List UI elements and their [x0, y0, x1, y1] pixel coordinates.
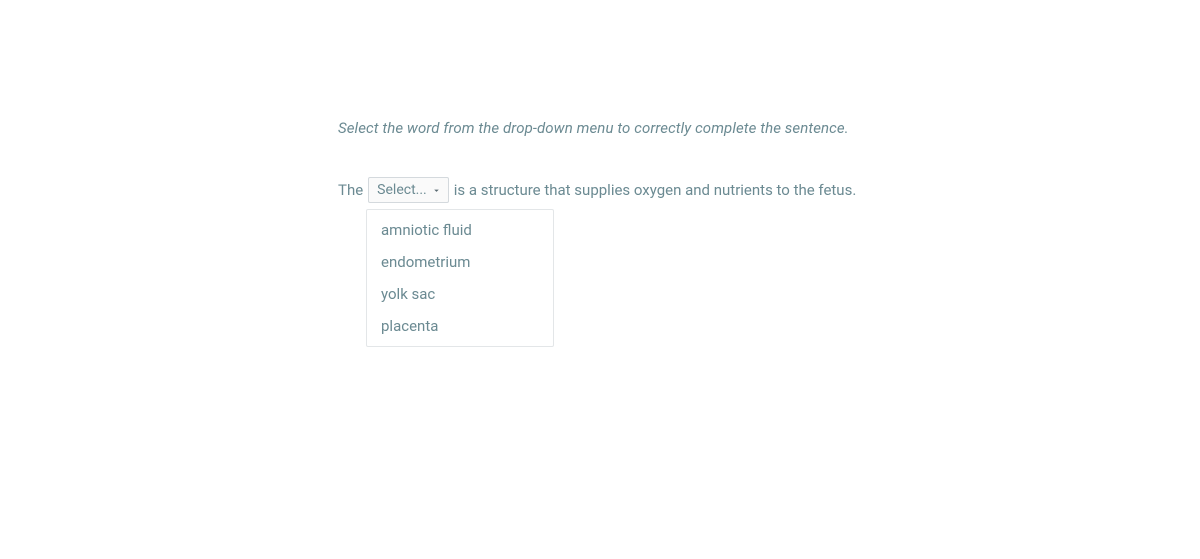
dropdown-option[interactable]: amniotic fluid: [367, 214, 553, 246]
select-dropdown[interactable]: Select...: [368, 177, 449, 203]
dropdown-menu: amniotic fluid endometrium yolk sac plac…: [366, 209, 554, 347]
chevron-down-icon: [431, 185, 442, 196]
select-placeholder: Select...: [377, 182, 427, 198]
question-content: Select the word from the drop-down menu …: [338, 119, 856, 203]
dropdown-option[interactable]: placenta: [367, 310, 553, 342]
sentence-after: is a structure that supplies oxygen and …: [454, 181, 857, 199]
dropdown-option[interactable]: endometrium: [367, 246, 553, 278]
sentence-row: The Select... is a structure that suppli…: [338, 177, 856, 203]
dropdown-option[interactable]: yolk sac: [367, 278, 553, 310]
sentence-before: The: [338, 181, 363, 199]
instruction-text: Select the word from the drop-down menu …: [338, 119, 856, 137]
